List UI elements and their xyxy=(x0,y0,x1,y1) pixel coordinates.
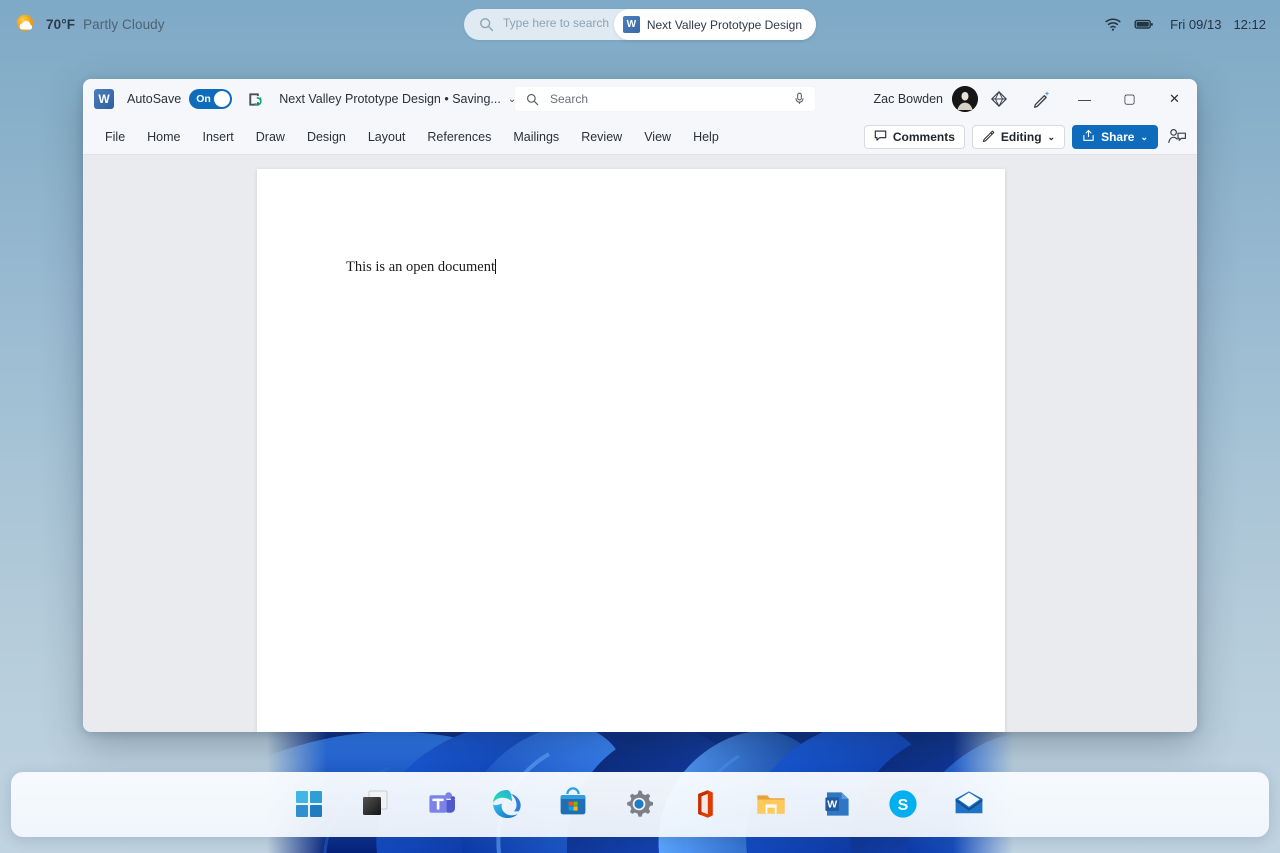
comments-label: Comments xyxy=(893,130,955,144)
weather-widget[interactable]: 70°F Partly Cloudy xyxy=(14,12,165,36)
ribbon-tab-design[interactable]: Design xyxy=(296,126,357,148)
sync-icon[interactable] xyxy=(246,90,265,109)
word-button[interactable]: W xyxy=(820,787,856,823)
ribbon-tab-file[interactable]: File xyxy=(94,126,136,148)
share-label: Share xyxy=(1101,130,1134,144)
word-icon: W xyxy=(94,89,114,109)
start-button[interactable] xyxy=(292,787,328,823)
store-button[interactable] xyxy=(556,787,592,823)
word-title-bar-right: Zac Bowden xyxy=(874,79,1197,119)
skype-button[interactable]: S xyxy=(886,787,922,823)
search-icon xyxy=(479,17,494,32)
bottom-taskbar: W S xyxy=(11,772,1269,837)
partly-cloudy-icon xyxy=(14,12,38,36)
minimize-button[interactable]: — xyxy=(1062,79,1107,119)
file-explorer-button[interactable] xyxy=(754,787,790,823)
person-comment-icon[interactable] xyxy=(1167,127,1189,147)
taskbar-search-area: Type here to search W Next Valley Protot… xyxy=(464,9,816,40)
clock[interactable]: Fri 09/13 12:12 xyxy=(1170,17,1266,32)
task-view-button[interactable] xyxy=(358,787,394,823)
settings-button[interactable] xyxy=(622,787,658,823)
microphone-icon[interactable] xyxy=(793,92,806,105)
word-search-input[interactable]: Search xyxy=(514,86,816,112)
taskbar-app-list: W S xyxy=(292,787,988,823)
svg-text:S: S xyxy=(898,797,909,814)
chevron-down-icon: ⌄ xyxy=(1140,132,1148,143)
avatar[interactable] xyxy=(952,86,978,112)
svg-text:W: W xyxy=(827,798,837,810)
autosave-label: AutoSave xyxy=(127,92,181,106)
clock-date: Fri 09/13 xyxy=(1170,17,1221,32)
chevron-down-icon: ⌄ xyxy=(1048,132,1056,143)
office-button[interactable] xyxy=(688,787,724,823)
ribbon-tab-references[interactable]: References xyxy=(416,126,502,148)
word-search-placeholder: Search xyxy=(550,92,588,106)
document-text-content: This is an open document xyxy=(346,259,495,275)
ribbon-tab-list: FileHomeInsertDrawDesignLayoutReferences… xyxy=(94,126,730,148)
document-title[interactable]: Next Valley Prototype Design • Saving... xyxy=(279,92,501,106)
pencil-icon xyxy=(982,129,995,145)
autosave-toggle[interactable]: On xyxy=(189,89,232,109)
teams-button[interactable] xyxy=(424,787,460,823)
comments-button[interactable]: Comments xyxy=(864,125,965,149)
word-window: W AutoSave On Next Valley Prototype Desi… xyxy=(83,79,1197,732)
weather-description: Partly Cloudy xyxy=(83,17,165,32)
user-name[interactable]: Zac Bowden xyxy=(874,92,943,106)
ribbon-tab-help[interactable]: Help xyxy=(682,126,730,148)
system-tray: Fri 09/13 12:12 xyxy=(1104,0,1266,48)
document-page[interactable]: This is an open document xyxy=(257,169,1005,732)
editing-label: Editing xyxy=(1001,130,1042,144)
ribbon-tab-layout[interactable]: Layout xyxy=(357,126,417,148)
share-button[interactable]: Share ⌄ xyxy=(1072,125,1158,149)
text-cursor xyxy=(495,259,496,274)
diamond-icon[interactable] xyxy=(978,79,1020,119)
weather-temperature: 70°F xyxy=(46,17,75,32)
copilot-pen-icon[interactable] xyxy=(1020,79,1062,119)
taskbar-document-chip-label: Next Valley Prototype Design xyxy=(647,18,802,32)
ribbon-tab-home[interactable]: Home xyxy=(136,126,191,148)
clock-time: 12:12 xyxy=(1233,17,1266,32)
edge-button[interactable] xyxy=(490,787,526,823)
ribbon-tab-insert[interactable]: Insert xyxy=(192,126,245,148)
document-body-text[interactable]: This is an open document xyxy=(346,259,496,276)
ribbon-tab-draw[interactable]: Draw xyxy=(245,126,296,148)
search-icon xyxy=(526,93,539,106)
top-taskbar: 70°F Partly Cloudy Type here to search W… xyxy=(0,0,1280,48)
taskbar-search-placeholder: Type here to search xyxy=(503,16,609,30)
taskbar-document-chip[interactable]: W Next Valley Prototype Design xyxy=(614,9,816,40)
ribbon-tab-review[interactable]: Review xyxy=(570,126,633,148)
word-icon: W xyxy=(623,16,640,33)
document-canvas[interactable]: This is an open document xyxy=(83,155,1197,732)
comment-icon xyxy=(874,129,887,145)
close-button[interactable]: ✕ xyxy=(1152,79,1197,119)
wifi-icon[interactable] xyxy=(1104,15,1122,33)
editing-mode-button[interactable]: Editing ⌄ xyxy=(972,125,1065,149)
ribbon-tab-view[interactable]: View xyxy=(633,126,682,148)
maximize-button[interactable]: ▢ xyxy=(1107,79,1152,119)
word-title-bar: W AutoSave On Next Valley Prototype Desi… xyxy=(83,79,1197,119)
battery-icon[interactable] xyxy=(1134,15,1152,33)
ribbon-tab-mailings[interactable]: Mailings xyxy=(502,126,570,148)
mail-button[interactable] xyxy=(952,787,988,823)
autosave-toggle-state: On xyxy=(196,93,211,105)
share-icon xyxy=(1082,129,1095,145)
ribbon-right-controls: Comments Editing ⌄ xyxy=(864,119,1189,155)
word-ribbon-tabs: FileHomeInsertDrawDesignLayoutReferences… xyxy=(83,119,1197,155)
toggle-knob xyxy=(214,91,230,107)
